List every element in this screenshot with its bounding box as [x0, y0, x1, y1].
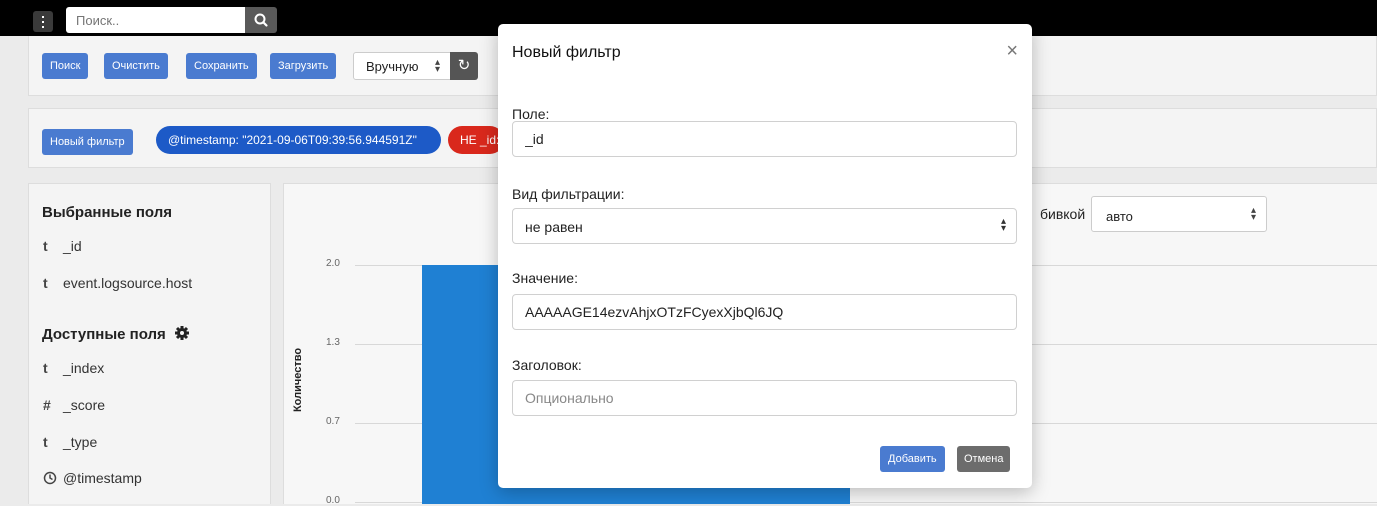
refresh-mode-select[interactable]: Вручную ▴ ▾: [353, 52, 451, 80]
select-caret-icon: ▴ ▾: [434, 57, 440, 75]
filter-type-select[interactable]: не равен ▴ ▾: [512, 208, 1017, 244]
refresh-icon: ↻: [457, 57, 471, 74]
filter-pill-timestamp[interactable]: @timestamp: "2021-09-06T09:39:56.944591Z…: [156, 126, 441, 154]
interval-select[interactable]: авто ▴ ▾: [1091, 196, 1267, 232]
search-icon: [254, 13, 268, 27]
y-tick-label: 2.0: [326, 258, 340, 269]
cancel-button[interactable]: Отмена: [957, 446, 1011, 472]
close-icon[interactable]: ×: [1006, 40, 1018, 63]
field-name: _type: [63, 434, 98, 450]
filter-type-value: не равен: [525, 219, 583, 235]
interval-label: бивкой: [1040, 206, 1086, 222]
filter-pill-id[interactable]: НЕ _id:: [448, 126, 504, 154]
y-tick-label: 0.0: [326, 495, 340, 506]
selected-fields-title: Выбранные поля: [42, 204, 172, 221]
value-label: Значение:: [512, 270, 578, 286]
search-button[interactable]: [245, 7, 277, 33]
field-name: _score: [63, 397, 106, 413]
header-input[interactable]: [512, 380, 1017, 416]
clear-button[interactable]: Очистить: [104, 53, 168, 79]
header-label: Заголовок:: [512, 357, 582, 373]
y-tick-label: 1.3: [326, 337, 340, 348]
clock-icon: [43, 470, 63, 486]
field-item-logsource-host[interactable]: t event.logsource.host: [43, 275, 192, 291]
vertical-ellipsis-icon[interactable]: [33, 11, 53, 32]
select-caret-icon: ▴ ▾: [1250, 205, 1256, 223]
refresh-mode-value: Вручную: [366, 59, 419, 74]
modal-title: Новый фильтр: [512, 44, 621, 61]
load-button[interactable]: Загрузить: [270, 53, 337, 79]
field-item-index[interactable]: t _index: [43, 360, 104, 376]
search-button-primary[interactable]: Поиск: [42, 53, 89, 79]
refresh-button[interactable]: ↻: [450, 52, 478, 80]
field-name: _id: [63, 238, 82, 254]
gear-icon[interactable]: [174, 325, 190, 341]
type-text-icon: t: [43, 434, 48, 450]
filter-type-label: Вид фильтрации:: [512, 186, 625, 202]
field-item-id[interactable]: t _id: [43, 238, 82, 254]
save-button[interactable]: Сохранить: [186, 53, 257, 79]
value-input[interactable]: [512, 294, 1017, 330]
search-input[interactable]: [66, 7, 246, 33]
field-item-type[interactable]: t _type: [43, 434, 97, 450]
interval-value: авто: [1106, 209, 1133, 224]
type-text-icon: t: [43, 238, 48, 254]
field-name: event.logsource.host: [63, 275, 193, 291]
new-filter-button[interactable]: Новый фильтр: [42, 129, 133, 155]
type-text-icon: t: [43, 275, 48, 291]
field-item-score[interactable]: # _score: [43, 397, 105, 413]
type-text-icon: t: [43, 360, 48, 376]
available-fields-title: Доступные поля: [42, 325, 190, 343]
field-label: Поле:: [512, 106, 550, 122]
add-button[interactable]: Добавить: [880, 446, 945, 472]
type-number-icon: #: [43, 397, 51, 413]
new-filter-modal: Новый фильтр × Поле: Вид фильтрации: не …: [498, 24, 1032, 488]
field-item-timestamp[interactable]: @timestamp: [43, 470, 142, 486]
field-input[interactable]: [512, 121, 1017, 157]
y-axis-label: Количество: [292, 347, 305, 413]
field-name: @timestamp: [63, 470, 142, 486]
fields-sidebar: Выбранные поля t _id t event.logsource.hos…: [28, 183, 271, 504]
field-name: _index: [63, 360, 105, 376]
select-caret-icon: ▴ ▾: [1000, 216, 1006, 234]
y-tick-label: 0.7: [326, 416, 340, 427]
